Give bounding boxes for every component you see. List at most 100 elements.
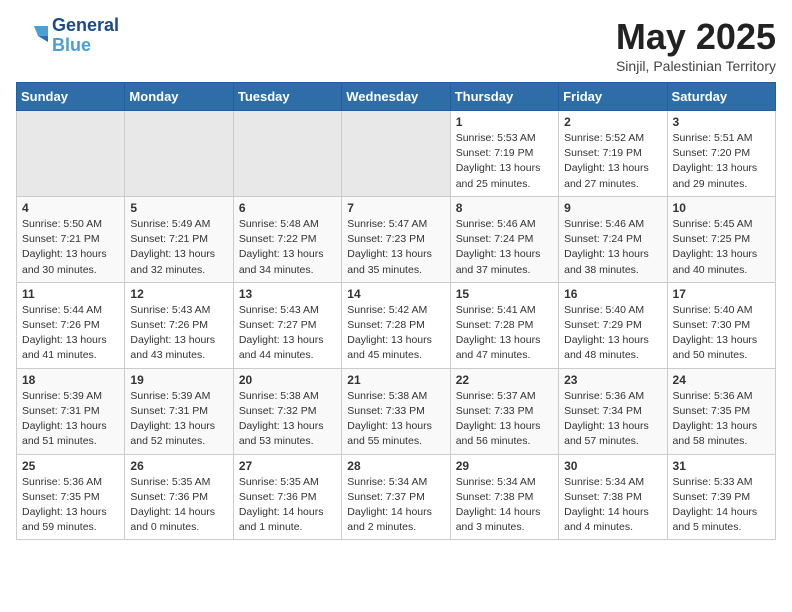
day-info: Sunrise: 5:36 AMSunset: 7:35 PMDaylight:… [22,475,119,536]
logo: General Blue [16,16,119,56]
day-info: Sunrise: 5:36 AMSunset: 7:35 PMDaylight:… [673,389,770,450]
calendar-cell: 28 Sunrise: 5:34 AMSunset: 7:37 PMDayligh… [342,454,450,540]
col-header-sunday: Sunday [17,83,125,111]
calendar-cell: 7 Sunrise: 5:47 AMSunset: 7:23 PMDaylight… [342,196,450,282]
calendar-cell: 30Sunrise: 5:34 AMSunset: 7:38 PMDayligh… [559,454,667,540]
day-number: 26 [130,459,227,473]
day-info: Sunrise: 5:51 AMSunset: 7:20 PMDaylight:… [673,131,770,192]
day-number: 20 [239,373,336,387]
day-number: 16 [564,287,661,301]
day-info: Sunrise: 5:45 AMSunset: 7:25 PMDaylight:… [673,217,770,278]
day-info: Sunrise: 5:42 AMSunset: 7:28 PMDaylight:… [347,303,444,364]
calendar-cell: 13Sunrise: 5:43 AMSunset: 7:27 PMDayligh… [233,282,341,368]
calendar-cell: 14 Sunrise: 5:42 AMSunset: 7:28 PMDayligh… [342,282,450,368]
calendar-cell: 3Sunrise: 5:51 AMSunset: 7:20 PMDaylight… [667,111,775,197]
calendar-cell: 17 Sunrise: 5:40 AMSunset: 7:30 PMDayligh… [667,282,775,368]
calendar-cell: 18Sunrise: 5:39 AMSunset: 7:31 PMDayligh… [17,368,125,454]
calendar-cell: 11 Sunrise: 5:44 AMSunset: 7:26 PMDayligh… [17,282,125,368]
calendar-cell: 10Sunrise: 5:45 AMSunset: 7:25 PMDayligh… [667,196,775,282]
day-info: Sunrise: 5:36 AMSunset: 7:34 PMDaylight:… [564,389,661,450]
day-info: Sunrise: 5:39 AMSunset: 7:31 PMDaylight:… [130,389,227,450]
calendar-week-5: 25 Sunrise: 5:36 AMSunset: 7:35 PMDayligh… [17,454,776,540]
calendar-cell: 9Sunrise: 5:46 AMSunset: 7:24 PMDaylight… [559,196,667,282]
calendar-week-4: 18 Sunrise: 5:39 AMSunset: 7:31 PMDayligh… [17,368,776,454]
title-block: May 2025 Sinjil, Palestinian Territory [616,16,776,74]
calendar-cell: 1Sunrise: 5:53 AMSunset: 7:19 PMDaylight… [450,111,558,197]
day-number: 25 [22,459,119,473]
col-header-thursday: Thursday [450,83,558,111]
day-number: 23 [564,373,661,387]
col-header-friday: Friday [559,83,667,111]
day-number: 24 [673,373,770,387]
day-info: Sunrise: 5:38 AMSunset: 7:33 PMDaylight:… [347,389,444,450]
day-number: 29 [456,459,553,473]
day-number: 14 [347,287,444,301]
calendar-cell: 16 Sunrise: 5:40 AMSunset: 7:29 PMDayligh… [559,282,667,368]
day-info: Sunrise: 5:43 AMSunset: 7:26 PMDaylight:… [130,303,227,364]
day-info: Sunrise: 5:40 AMSunset: 7:30 PMDaylight:… [673,303,770,364]
day-number: 15 [456,287,553,301]
calendar-cell: 27Sunrise: 5:35 AMSunset: 7:36 PMDayligh… [233,454,341,540]
day-info: Sunrise: 5:49 AMSunset: 7:21 PMDaylight:… [130,217,227,278]
calendar-header-row: SundayMondayTuesdayWednesdayThursdayFrid… [17,83,776,111]
col-header-tuesday: Tuesday [233,83,341,111]
col-header-monday: Monday [125,83,233,111]
day-info: Sunrise: 5:52 AMSunset: 7:19 PMDaylight:… [564,131,661,192]
day-number: 2 [564,115,661,129]
calendar-cell: 25 Sunrise: 5:36 AMSunset: 7:35 PMDayligh… [17,454,125,540]
calendar-cell: 22 Sunrise: 5:37 AMSunset: 7:33 PMDayligh… [450,368,558,454]
day-number: 5 [130,201,227,215]
location: Sinjil, Palestinian Territory [616,58,776,74]
day-number: 28 [347,459,444,473]
day-number: 11 [22,287,119,301]
day-info: Sunrise: 5:34 AMSunset: 7:38 PMDaylight:… [564,475,661,536]
calendar-cell: 19 Sunrise: 5:39 AMSunset: 7:31 PMDayligh… [125,368,233,454]
calendar-cell: 23 Sunrise: 5:36 AMSunset: 7:34 PMDayligh… [559,368,667,454]
day-info: Sunrise: 5:35 AMSunset: 7:36 PMDaylight:… [130,475,227,536]
logo-icon [16,22,48,50]
calendar-cell: 8 Sunrise: 5:46 AMSunset: 7:24 PMDaylight… [450,196,558,282]
logo-text: General Blue [52,16,119,56]
day-number: 4 [22,201,119,215]
calendar-cell [233,111,341,197]
logo-line2: Blue [52,35,91,55]
day-number: 19 [130,373,227,387]
month-title: May 2025 [616,16,776,58]
day-number: 1 [456,115,553,129]
day-number: 6 [239,201,336,215]
day-number: 18 [22,373,119,387]
page-header: General Blue May 2025 Sinjil, Palestinia… [16,16,776,74]
day-info: Sunrise: 5:37 AMSunset: 7:33 PMDaylight:… [456,389,553,450]
col-header-wednesday: Wednesday [342,83,450,111]
day-info: Sunrise: 5:34 AMSunset: 7:37 PMDaylight:… [347,475,444,536]
calendar-cell: 5 Sunrise: 5:49 AMSunset: 7:21 PMDaylight… [125,196,233,282]
calendar-cell: 26 Sunrise: 5:35 AMSunset: 7:36 PMDayligh… [125,454,233,540]
day-number: 27 [239,459,336,473]
day-info: Sunrise: 5:33 AMSunset: 7:39 PMDaylight:… [673,475,770,536]
day-number: 31 [673,459,770,473]
day-number: 8 [456,201,553,215]
day-info: Sunrise: 5:44 AMSunset: 7:26 PMDaylight:… [22,303,119,364]
day-info: Sunrise: 5:46 AMSunset: 7:24 PMDaylight:… [456,217,553,278]
calendar-cell: 4 Sunrise: 5:50 AMSunset: 7:21 PMDaylight… [17,196,125,282]
day-info: Sunrise: 5:43 AMSunset: 7:27 PMDaylight:… [239,303,336,364]
day-number: 22 [456,373,553,387]
day-info: Sunrise: 5:50 AMSunset: 7:21 PMDaylight:… [22,217,119,278]
col-header-saturday: Saturday [667,83,775,111]
day-info: Sunrise: 5:38 AMSunset: 7:32 PMDaylight:… [239,389,336,450]
calendar-cell: 2 Sunrise: 5:52 AMSunset: 7:19 PMDaylight… [559,111,667,197]
calendar-week-1: 1Sunrise: 5:53 AMSunset: 7:19 PMDaylight… [17,111,776,197]
calendar-cell: 20 Sunrise: 5:38 AMSunset: 7:32 PMDayligh… [233,368,341,454]
day-info: Sunrise: 5:40 AMSunset: 7:29 PMDaylight:… [564,303,661,364]
day-number: 7 [347,201,444,215]
day-number: 12 [130,287,227,301]
calendar-cell: 29Sunrise: 5:34 AMSunset: 7:38 PMDayligh… [450,454,558,540]
calendar-cell [17,111,125,197]
day-number: 21 [347,373,444,387]
calendar-cell [342,111,450,197]
day-number: 17 [673,287,770,301]
day-info: Sunrise: 5:47 AMSunset: 7:23 PMDaylight:… [347,217,444,278]
calendar-week-2: 4 Sunrise: 5:50 AMSunset: 7:21 PMDaylight… [17,196,776,282]
calendar-cell: 24 Sunrise: 5:36 AMSunset: 7:35 PMDayligh… [667,368,775,454]
calendar: SundayMondayTuesdayWednesdayThursdayFrid… [16,82,776,540]
